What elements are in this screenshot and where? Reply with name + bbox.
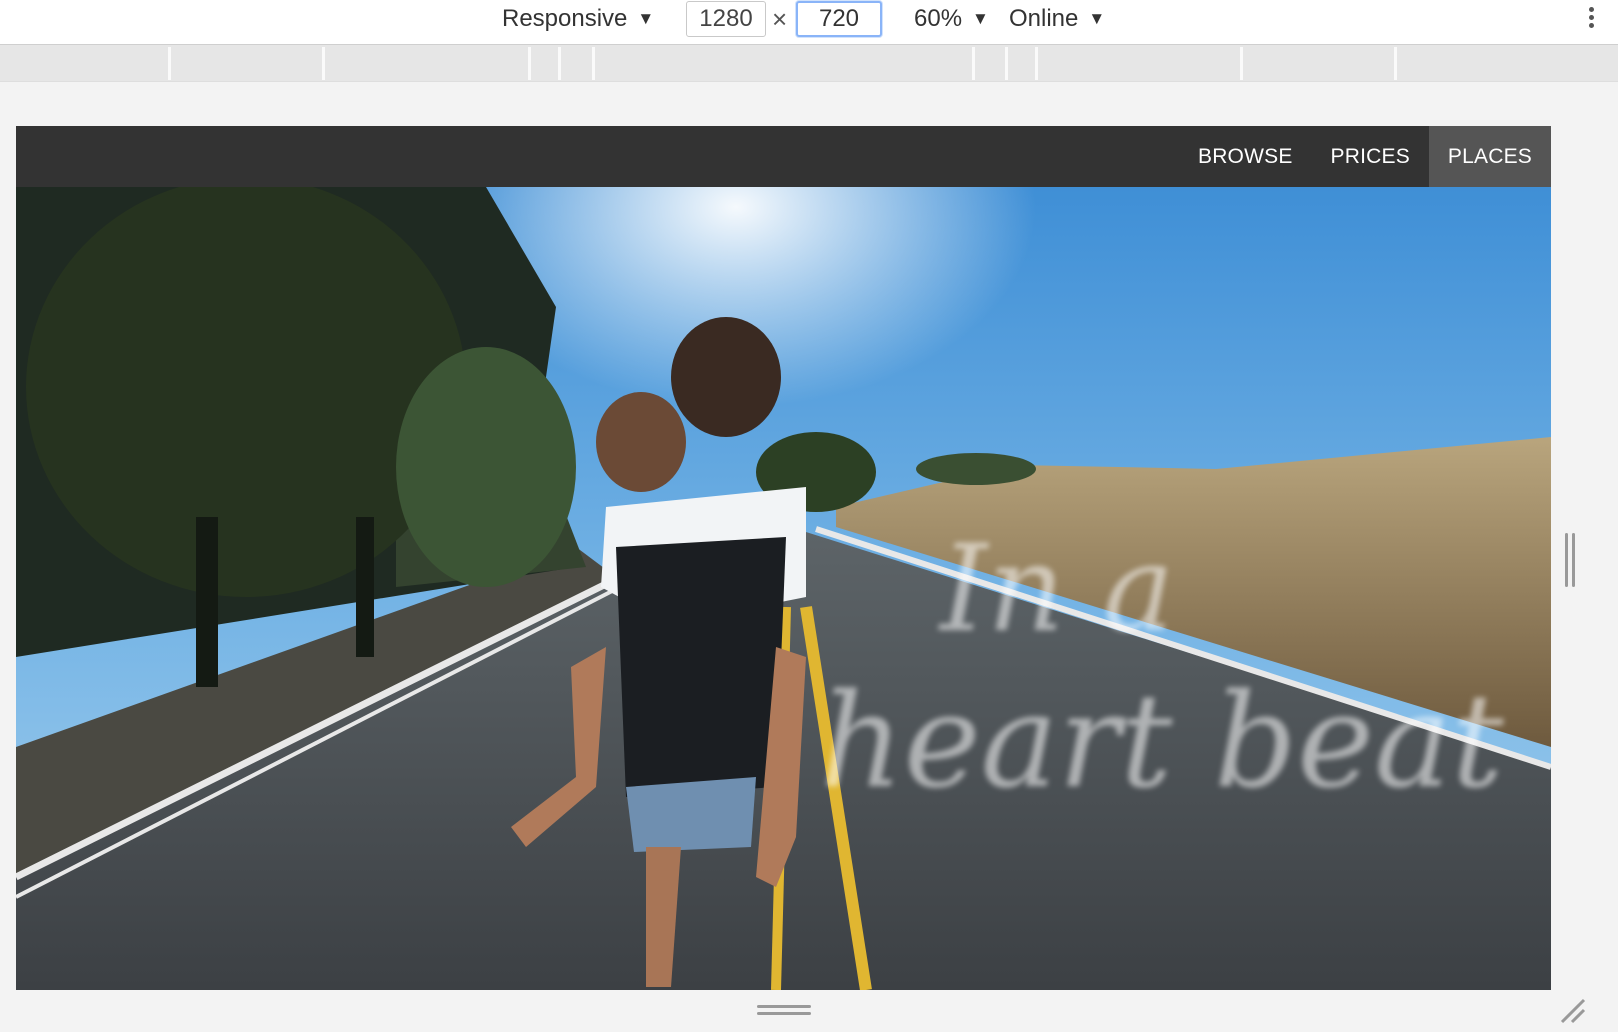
media-query-divider [1394,47,1397,80]
resize-handle-icon[interactable] [757,1003,811,1017]
dimension-separator: × [772,4,788,34]
site-navbar: BROWSE PRICES PLACES [16,126,1551,187]
hero-video-frame [16,187,1551,990]
network-dropdown[interactable]: Online ▼ [1009,2,1105,36]
hero-video[interactable] [16,187,1551,990]
kebab-menu-icon[interactable] [1584,4,1598,34]
media-query-divider [972,47,975,80]
device-dropdown[interactable]: Responsive ▼ [502,2,654,36]
media-query-divider [168,47,171,80]
caret-down-icon: ▼ [637,9,655,28]
media-query-divider [1240,47,1243,80]
network-label: Online [1009,5,1079,32]
resize-handle-icon[interactable] [1563,533,1577,587]
media-query-divider [1035,47,1038,80]
media-query-divider [592,47,595,80]
media-query-bar[interactable] [0,45,1618,82]
nav-browse[interactable]: BROWSE [1179,126,1312,187]
media-query-divider [558,47,561,80]
media-query-divider [1005,47,1008,80]
zoom-dropdown[interactable]: 60% ▼ [914,2,989,36]
emulated-viewport: BROWSE PRICES PLACES [16,126,1551,990]
media-query-divider [528,47,531,80]
width-input[interactable] [686,1,766,37]
device-toolbar: Responsive ▼ × 60% ▼ Online ▼ [0,0,1618,45]
device-label: Responsive [502,5,628,32]
height-input[interactable] [796,1,882,37]
media-query-divider [322,47,325,80]
zoom-label: 60% [914,5,963,32]
nav-prices[interactable]: PRICES [1312,126,1429,187]
nav-places[interactable]: PLACES [1428,126,1551,187]
resize-handle-icon[interactable] [1558,996,1586,1024]
caret-down-icon: ▼ [972,9,989,28]
caret-down-icon: ▼ [1088,9,1106,28]
